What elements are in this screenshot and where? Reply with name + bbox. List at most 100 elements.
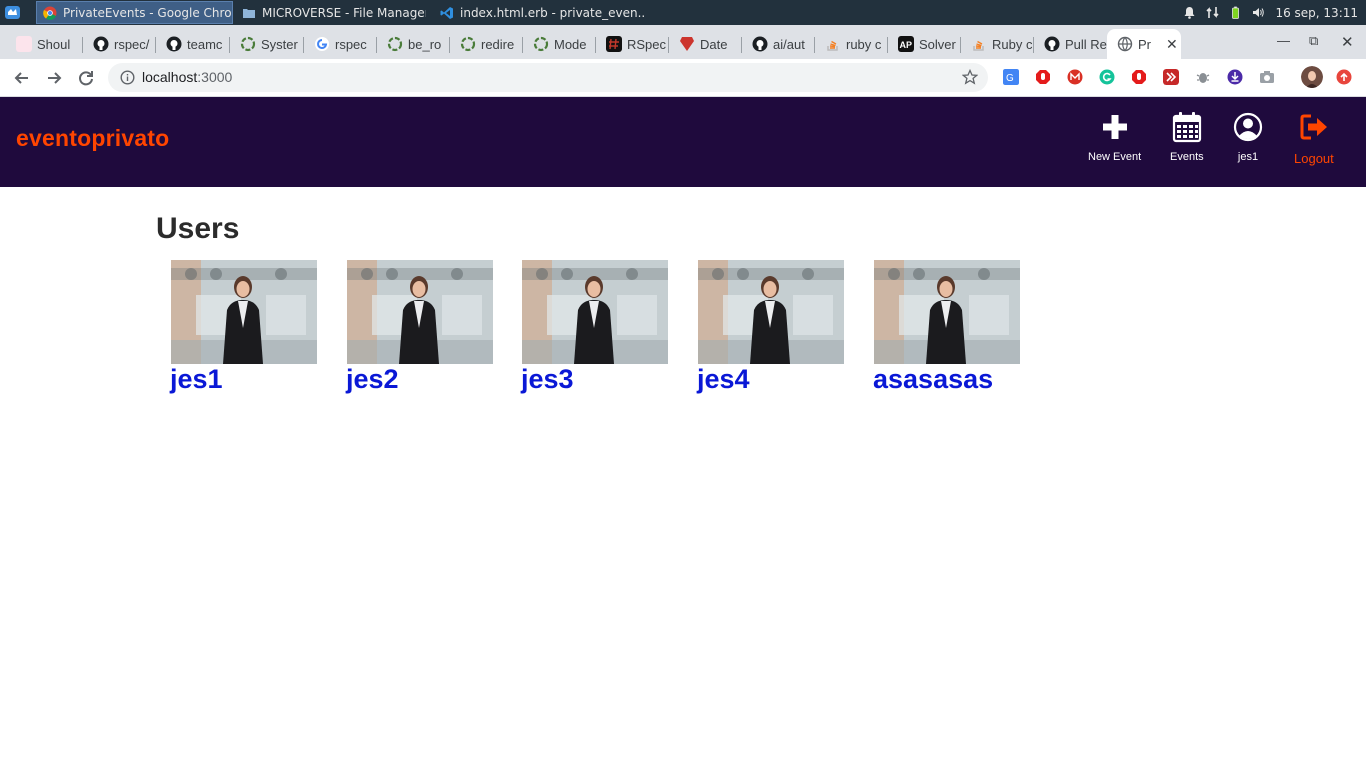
notification-bell-icon[interactable]: [1183, 6, 1196, 19]
update-extension-icon[interactable]: [1336, 69, 1352, 85]
user-photo-image: [171, 260, 317, 364]
tab-label: ruby c: [846, 36, 882, 52]
browser-tab[interactable]: redire: [450, 29, 523, 59]
bookmark-star-icon[interactable]: [962, 69, 978, 85]
browser-tab[interactable]: Syster: [230, 29, 304, 59]
translate-extension-icon[interactable]: G: [1003, 69, 1019, 85]
browser-tab[interactable]: Shoul: [6, 29, 83, 59]
stackoverflow-icon: [973, 40, 984, 51]
ap-icon: AP: [898, 36, 914, 52]
battery-icon[interactable]: [1229, 6, 1242, 19]
nav-new-event-label: New Event: [1088, 151, 1142, 163]
user-avatar[interactable]: [874, 260, 1020, 364]
user-avatar[interactable]: [347, 260, 493, 364]
profile-avatar-icon[interactable]: [1301, 66, 1323, 88]
nav-logout-label: Logout: [1294, 151, 1334, 166]
swirl-icon: [387, 36, 403, 52]
user-name-link[interactable]: jes3: [521, 365, 668, 393]
nav-profile[interactable]: jes1: [1233, 111, 1263, 163]
user-name-link[interactable]: jes1: [170, 365, 317, 393]
nav-logout[interactable]: Logout: [1294, 111, 1334, 166]
taskbar-window-title: index.html.erb - private_even...: [460, 5, 644, 20]
svg-text:G: G: [1006, 73, 1014, 84]
close-tab-icon[interactable]: ✕: [1166, 36, 1178, 53]
google-icon: [315, 37, 329, 51]
stop-extension-icon[interactable]: [1131, 69, 1147, 85]
minimize-icon[interactable]: —: [1277, 33, 1290, 48]
system-tray: 16 sep, 13:11: [1183, 0, 1358, 25]
browser-tab[interactable]: AP Solver: [888, 29, 961, 59]
taskbar-window-title: MICROVERSE - File Manager: [262, 5, 426, 20]
tab-label: Shoul: [37, 36, 71, 52]
url-host: localhost: [142, 69, 198, 85]
user-name-link[interactable]: jes4: [697, 365, 844, 393]
url-text: localhost:3000: [142, 69, 232, 85]
bug-extension-icon[interactable]: [1195, 69, 1211, 85]
user-card: asasasas: [873, 260, 1020, 393]
browser-tab[interactable]: rspec: [304, 29, 377, 59]
user-avatar[interactable]: [522, 260, 668, 364]
browser-tab-active[interactable]: Pr ✕: [1107, 29, 1181, 59]
user-photo-image: [698, 260, 844, 364]
tab-label: Solver: [919, 36, 956, 52]
browser-tab[interactable]: teamc: [156, 29, 230, 59]
download-extension-icon[interactable]: [1227, 69, 1243, 85]
github-icon: [752, 36, 768, 52]
user-avatar[interactable]: [171, 260, 317, 364]
browser-tab[interactable]: Mode: [523, 29, 596, 59]
user-circle-icon: [1233, 112, 1263, 142]
nav-new-event[interactable]: New Event: [1088, 111, 1141, 163]
user-name-link[interactable]: asasasas: [873, 365, 1020, 393]
reload-icon[interactable]: [75, 67, 97, 89]
stackoverflow-icon: [827, 40, 838, 51]
grammarly-extension-icon[interactable]: [1099, 69, 1115, 85]
ruby-icon: [680, 37, 694, 51]
clock: 16 sep, 13:11: [1275, 5, 1358, 20]
tab-favicon-icon: [16, 36, 32, 52]
logout-icon: [1300, 114, 1327, 140]
close-window-icon[interactable]: ✕: [1341, 33, 1354, 51]
camera-extension-icon[interactable]: [1259, 69, 1275, 85]
github-icon: [93, 36, 109, 52]
browser-tab[interactable]: ruby c: [815, 29, 888, 59]
hashtag-icon: [606, 36, 622, 52]
user-name-link[interactable]: jes2: [346, 365, 493, 393]
browser-tab[interactable]: Ruby c: [961, 29, 1034, 59]
back-arrow-icon[interactable]: [11, 67, 33, 89]
browser-tab[interactable]: rspec/: [83, 29, 156, 59]
folder-icon: [243, 8, 255, 18]
taskbar-window-file-manager[interactable]: MICROVERSE - File Manager: [236, 1, 426, 24]
user-avatar[interactable]: [698, 260, 844, 364]
forward-arrow-icon[interactable]: [43, 67, 65, 89]
brand-logo-link[interactable]: eventoprivato: [16, 125, 169, 152]
address-bar[interactable]: localhost:3000: [108, 63, 988, 92]
volume-icon[interactable]: [1252, 6, 1265, 19]
github-icon: [1044, 36, 1060, 52]
browser-tab[interactable]: Pull Re: [1034, 29, 1107, 59]
browser-tab[interactable]: RSpec: [596, 29, 669, 59]
adblock-extension-icon[interactable]: [1035, 69, 1051, 85]
forward-extension-icon[interactable]: [1163, 69, 1179, 85]
app-navbar: eventoprivato New Event Events jes1 Logo…: [0, 97, 1366, 187]
url-port: :3000: [197, 69, 233, 85]
restore-icon[interactable]: ⧉: [1309, 33, 1318, 49]
mail-extension-icon[interactable]: [1067, 69, 1083, 85]
browser-tab[interactable]: ai/aut: [742, 29, 815, 59]
app-menu-icon[interactable]: [4, 4, 21, 21]
browser-tab[interactable]: Date: [669, 29, 742, 59]
info-icon[interactable]: [120, 70, 135, 85]
tab-label: Ruby c: [992, 36, 1033, 52]
nav-events-label: Events: [1170, 151, 1204, 163]
tab-label: Date: [700, 36, 728, 52]
taskbar-window-vscode[interactable]: index.html.erb - private_even...: [434, 1, 644, 24]
tab-label: teamc: [187, 36, 223, 52]
browser-tab[interactable]: be_ro: [377, 29, 450, 59]
taskbar-window-chrome[interactable]: PrivateEvents - Google Chro...: [36, 1, 233, 24]
page-title: Users: [156, 212, 240, 245]
swirl-icon: [533, 36, 549, 52]
browser-toolbar: localhost:3000 G: [0, 59, 1366, 97]
nav-events[interactable]: Events: [1170, 111, 1204, 163]
network-arrows-icon[interactable]: [1206, 6, 1220, 19]
tab-label: ai/aut: [773, 36, 805, 52]
nav-profile-label: jes1: [1237, 151, 1259, 163]
